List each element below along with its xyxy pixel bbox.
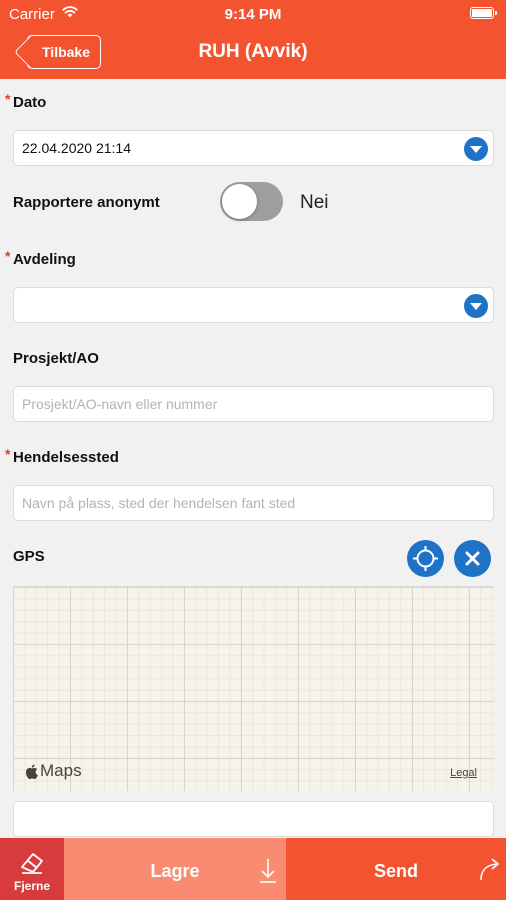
dato-value: 22.04.2020 21:14 <box>22 140 131 156</box>
fjerne-label: Fjerne <box>13 879 50 893</box>
chevron-down-icon <box>464 294 488 318</box>
send-button[interactable]: Send <box>286 838 506 900</box>
gps-coordinates-field[interactable] <box>13 801 494 837</box>
bottom-action-bar: Fjerne Lagre Send <box>0 838 506 900</box>
prosjekt-label: Prosjekt/AO <box>13 350 99 367</box>
required-marker: * <box>5 446 11 462</box>
locate-button[interactable] <box>407 540 444 577</box>
hendelsessted-placeholder: Navn på plass, sted der hendelsen fant s… <box>22 495 296 511</box>
avdeling-select[interactable] <box>13 287 494 323</box>
hendelsessted-label: * Hendelsessted <box>5 446 119 466</box>
legal-link[interactable]: Legal <box>450 767 477 779</box>
lagre-label: Lagre <box>150 861 200 881</box>
nav-header: Carrier 9:14 PM Tilbake RUH (Avvik) <box>0 0 506 79</box>
battery-icon <box>470 7 497 19</box>
anonymous-value: Nei <box>300 192 329 213</box>
anonymous-toggle[interactable] <box>220 182 283 221</box>
dato-select[interactable]: 22.04.2020 21:14 <box>13 130 494 166</box>
chevron-down-icon <box>464 137 488 161</box>
prosjekt-placeholder: Prosjekt/AO-navn eller nummer <box>22 396 218 412</box>
apple-icon <box>25 763 38 779</box>
toggle-knob <box>222 184 257 219</box>
required-marker: * <box>5 91 11 107</box>
crosshair-icon <box>413 546 438 571</box>
prosjekt-input[interactable]: Prosjekt/AO-navn eller nummer <box>13 386 494 422</box>
status-time: 9:14 PM <box>224 6 282 23</box>
clear-gps-button[interactable] <box>454 540 491 577</box>
dato-label: * Dato <box>5 91 47 111</box>
hendelsessted-input[interactable]: Navn på plass, sted der hendelsen fant s… <box>13 485 494 521</box>
gps-label: GPS <box>13 548 45 565</box>
required-marker: * <box>5 248 11 264</box>
maps-label: Maps <box>40 761 82 780</box>
maps-logo: Maps <box>25 761 82 781</box>
share-arrow-icon <box>480 858 500 881</box>
fjerne-button[interactable]: Fjerne <box>0 838 64 900</box>
download-icon <box>260 859 276 883</box>
map-view[interactable]: Maps Legal <box>13 586 494 791</box>
page-title: RUH (Avvik) <box>198 41 308 62</box>
close-icon <box>465 551 480 566</box>
send-label: Send <box>373 861 418 881</box>
status-bar: Carrier 9:14 PM <box>0 0 506 28</box>
avdeling-label: * Avdeling <box>5 248 76 268</box>
anonymous-label: Rapportere anonymt <box>13 194 160 211</box>
eraser-icon <box>21 853 43 874</box>
lagre-button[interactable]: Lagre <box>64 838 286 900</box>
